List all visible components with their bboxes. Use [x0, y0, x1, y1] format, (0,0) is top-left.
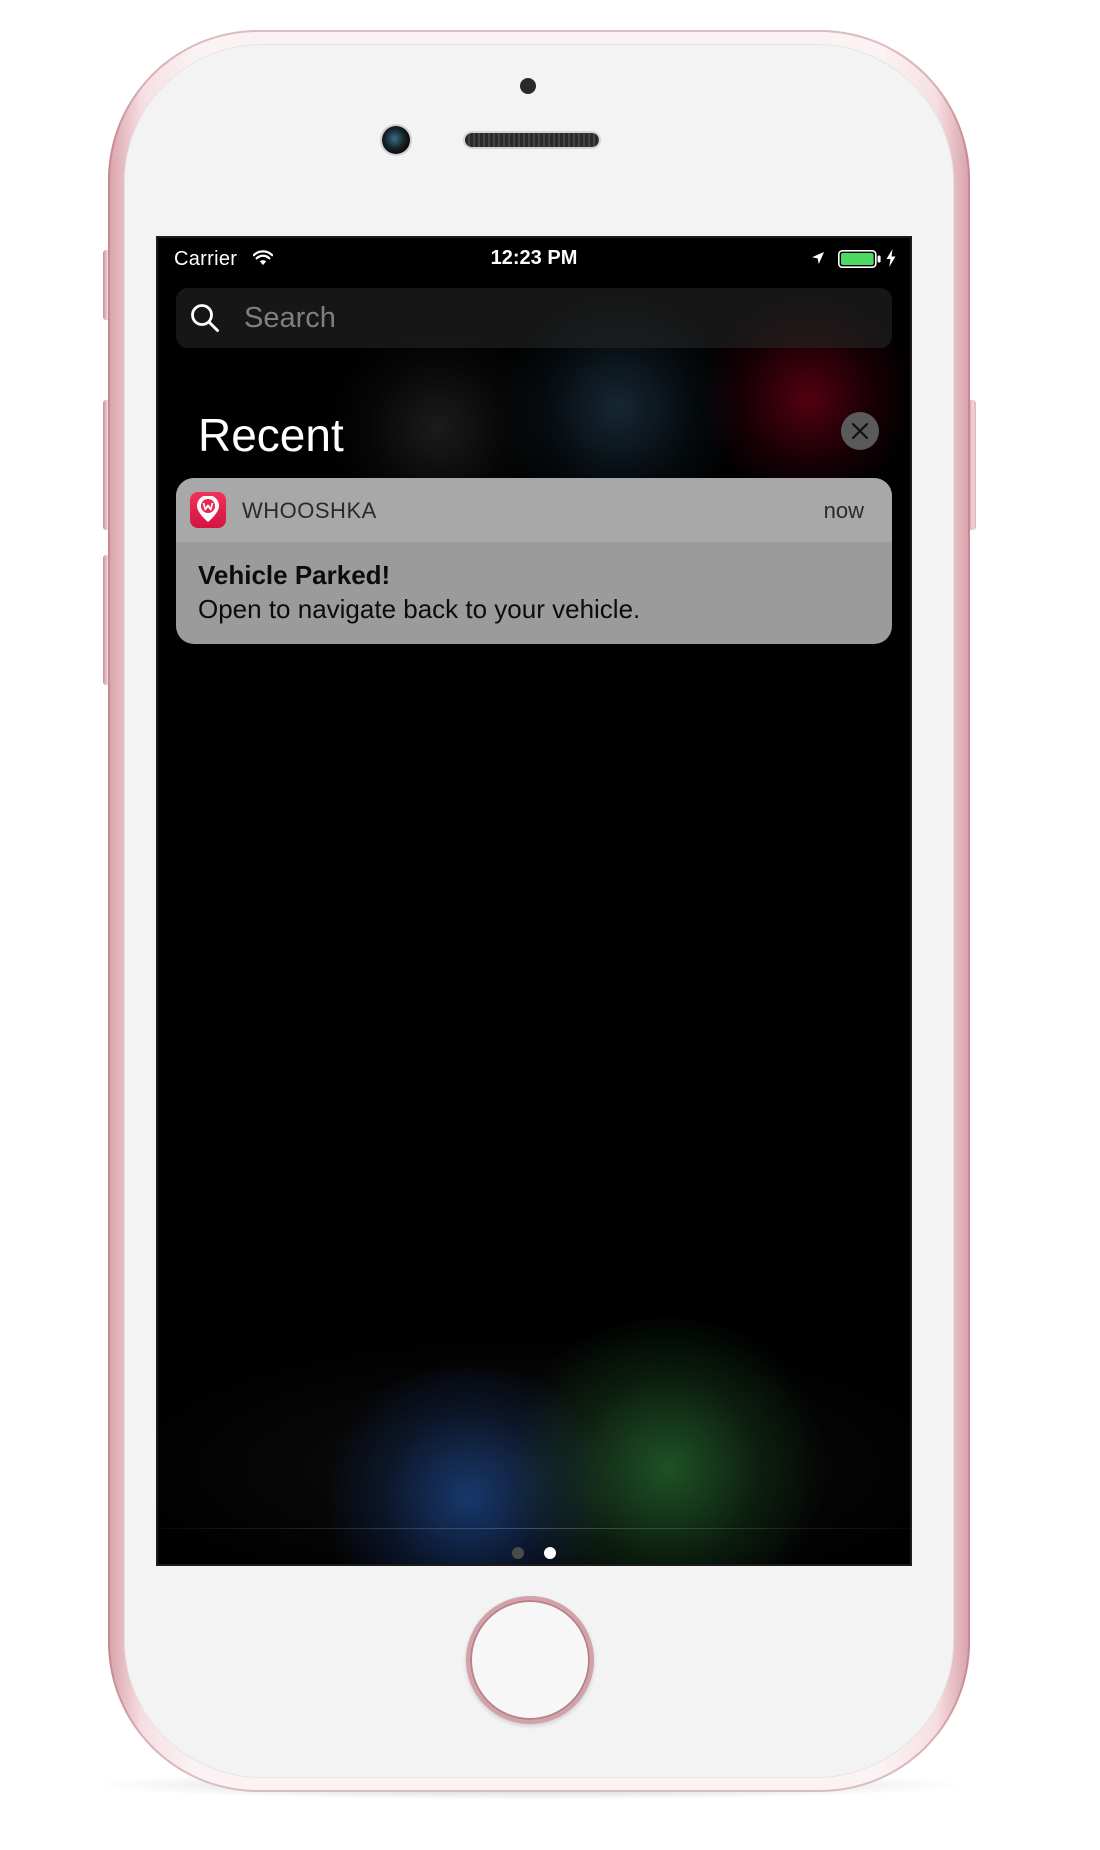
- search-bar[interactable]: Search: [176, 288, 892, 348]
- divider: [158, 1528, 910, 1529]
- notification-header: WHOOSHKA now: [176, 478, 892, 542]
- charging-bolt-icon: [886, 249, 896, 267]
- notification-app-name: WHOOSHKA: [242, 498, 377, 523]
- notification-body: Open to navigate back to your vehicle.: [198, 594, 641, 624]
- front-camera: [382, 126, 410, 154]
- location-arrow-icon: [812, 252, 824, 264]
- search-icon: [191, 304, 219, 332]
- device-mockup: Carrier 12:23 PM Search Recent WHOOSHKA …: [0, 0, 1100, 1850]
- notification-card[interactable]: WHOOSHKA now Vehicle Parked! Open to nav…: [176, 478, 892, 644]
- search-input[interactable]: Search: [244, 302, 336, 335]
- status-bar: Carrier 12:23 PM: [158, 238, 910, 278]
- battery-icon: [838, 250, 881, 268]
- background-blur: [308, 1368, 628, 1564]
- section-title-recent: Recent: [198, 409, 344, 461]
- whooshka-app-icon: [190, 492, 226, 528]
- clear-notifications-button[interactable]: [841, 412, 879, 450]
- proximity-sensor: [520, 78, 536, 94]
- page-dot[interactable]: [511, 1547, 524, 1559]
- notification-title: Vehicle Parked!: [198, 560, 391, 590]
- notification-time: now: [823, 498, 864, 523]
- page-dot-active[interactable]: [544, 1547, 557, 1559]
- home-button[interactable]: [466, 1596, 594, 1724]
- screen: Carrier 12:23 PM Search Recent WHOOSHKA …: [156, 236, 912, 1566]
- page-indicator[interactable]: [158, 1546, 910, 1560]
- earpiece-speaker: [465, 133, 599, 147]
- status-time: 12:23 PM: [490, 247, 578, 269]
- close-icon: [851, 422, 869, 440]
